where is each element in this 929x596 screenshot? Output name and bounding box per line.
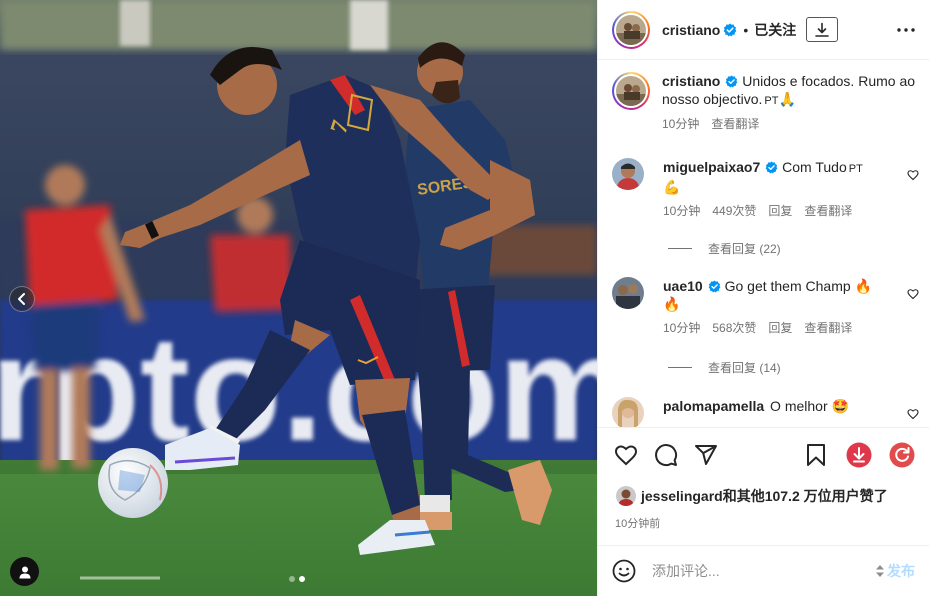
action-bar: jesselingard和其他107.2 万位用户赞了 10分钟前 <box>598 427 929 545</box>
more-icon <box>897 27 915 32</box>
comments-list[interactable]: cristiano Unidos e focados. Rumo ao noss… <box>598 60 929 427</box>
comment-emoji: 🔥 <box>854 278 872 294</box>
save-bookmark-icon[interactable] <box>805 443 827 467</box>
heart-icon[interactable] <box>907 169 919 181</box>
view-replies-button[interactable]: 查看回复 (22) <box>668 240 781 257</box>
comment-emoji: 💪 <box>663 179 681 195</box>
comment-likes[interactable]: 449次赞 <box>712 202 756 219</box>
caption-translate-button[interactable]: 查看翻译 <box>711 115 759 132</box>
comment-emoji: 🤩 <box>831 398 849 414</box>
post-photo: rpto.com SORES 7 <box>0 0 597 596</box>
comment-avatar[interactable] <box>612 397 644 427</box>
emoji-icon[interactable] <box>612 559 636 583</box>
comment-emoji: 🔥 <box>663 296 681 312</box>
comment-input[interactable] <box>652 563 862 579</box>
comment-text: Com Tudo <box>782 159 847 175</box>
verified-badge-icon <box>765 161 778 174</box>
verified-badge-icon <box>726 75 738 88</box>
carousel-dot-active <box>299 576 305 582</box>
avatar-photo <box>616 76 646 106</box>
comment-username[interactable]: palomapamella <box>663 398 764 414</box>
caption-time: 10分钟 <box>662 117 700 131</box>
view-replies-label: 查看回复 (22) <box>708 242 781 256</box>
comment-time: 10分钟 <box>663 204 701 218</box>
comment-avatar[interactable] <box>612 277 644 309</box>
likes-text: jesselingard和其他107.2 万位用户赞了 <box>641 488 888 504</box>
carousel-dot <box>289 576 295 582</box>
download-icon <box>815 22 830 37</box>
comment-item: uae10 Go get them Champ 🔥 🔥 10分钟 568次赞 回… <box>612 277 919 336</box>
author-username[interactable]: cristiano <box>662 22 720 38</box>
download-media-icon[interactable] <box>846 442 872 468</box>
heart-icon[interactable] <box>907 288 919 300</box>
author-avatar[interactable] <box>612 10 650 49</box>
language-tag: PT <box>848 163 863 175</box>
comment-username[interactable]: uae10 <box>663 278 703 294</box>
chevron-left-icon <box>18 293 25 305</box>
likes-summary[interactable]: jesselingard和其他107.2 万位用户赞了 <box>616 486 888 506</box>
language-tag: PT <box>764 95 779 107</box>
comment-time: 10分钟 <box>663 321 701 335</box>
caption-emoji: 🙏 <box>778 91 796 107</box>
like-heart-icon[interactable] <box>614 443 638 467</box>
view-replies-button[interactable]: 查看回复 (14) <box>668 359 781 376</box>
translate-button[interactable]: 查看翻译 <box>804 319 852 336</box>
comment-text: Go get them Champ <box>724 278 851 294</box>
avatar-photo <box>616 14 646 45</box>
verified-badge-icon <box>724 23 737 36</box>
liker-avatar[interactable] <box>616 486 636 506</box>
more-options-button[interactable] <box>897 27 915 32</box>
comment-item: palomapamella O melhor 🤩 <box>612 397 919 427</box>
comment-composer: 发布 <box>598 545 929 596</box>
post-media[interactable]: rpto.com SORES 7 <box>0 0 597 596</box>
comment-text: O melhor <box>770 398 828 414</box>
post-sidebar: cristiano • 已关注 cristiano Unidos e focad… <box>597 0 929 596</box>
comment-icon[interactable] <box>654 443 678 467</box>
comment-avatar[interactable] <box>612 158 644 190</box>
caption-username[interactable]: cristiano <box>662 73 720 89</box>
comment-username[interactable]: miguelpaixao7 <box>663 159 760 175</box>
reply-button[interactable]: 回复 <box>768 202 792 219</box>
translate-button[interactable]: 查看翻译 <box>804 202 852 219</box>
view-replies-label: 查看回复 (14) <box>708 361 781 375</box>
carousel-prev-button[interactable] <box>9 286 35 312</box>
share-icon[interactable] <box>694 443 718 467</box>
post-label: 发布 <box>887 563 915 579</box>
refresh-icon[interactable] <box>889 442 915 468</box>
sort-arrows-icon <box>876 565 884 577</box>
separator-dot: • <box>743 21 749 38</box>
verified-badge-icon <box>708 280 721 293</box>
user-icon <box>19 566 30 578</box>
carousel-indicator <box>289 576 305 582</box>
comment-likes[interactable]: 568次赞 <box>712 319 756 336</box>
heart-icon[interactable] <box>907 408 919 420</box>
caption-avatar[interactable] <box>612 72 650 110</box>
caption: cristiano Unidos e focados. Rumo ao noss… <box>612 72 919 132</box>
comment-item: miguelpaixao7 Com Tudo PT 💪 10分钟 449次赞 回复… <box>612 158 919 219</box>
reply-button[interactable]: 回复 <box>768 319 792 336</box>
post-header: cristiano • 已关注 <box>598 0 929 60</box>
post-timestamp: 10分钟前 <box>615 518 661 530</box>
download-button[interactable] <box>806 17 839 42</box>
ball <box>98 448 168 518</box>
tagged-users-button[interactable] <box>10 557 39 586</box>
following-button[interactable]: 已关注 <box>754 20 796 40</box>
post-comment-button[interactable]: 发布 <box>875 561 915 581</box>
